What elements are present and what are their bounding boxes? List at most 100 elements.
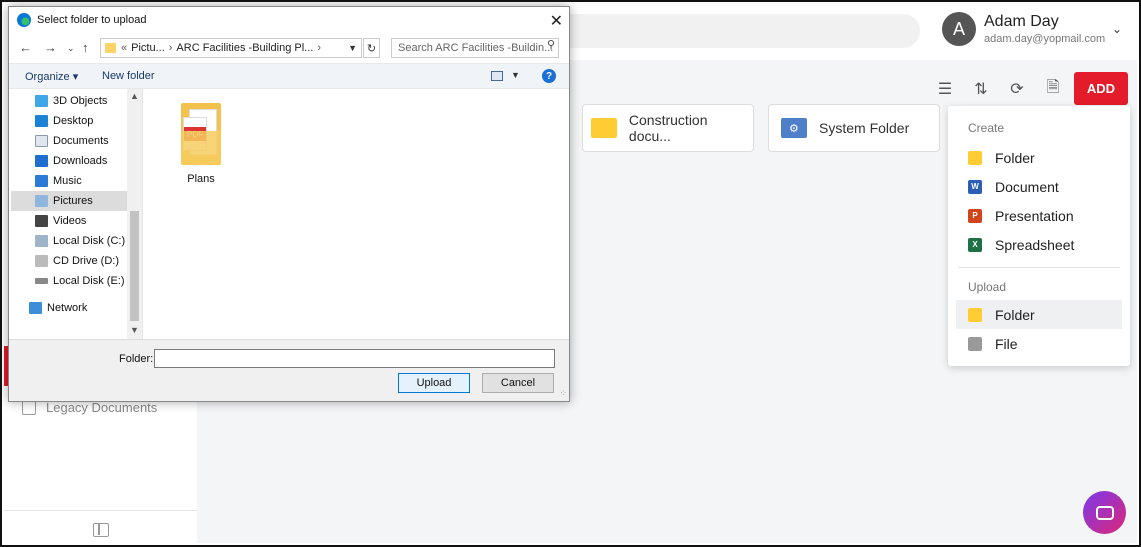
nav-item-pictures[interactable]: Pictures (11, 191, 127, 211)
nav-item-label: Pictures (53, 195, 93, 207)
forward-icon[interactable]: → (44, 40, 57, 55)
music-icon (35, 175, 48, 187)
collapse-sidebar-icon[interactable] (93, 523, 109, 537)
folder-icon (968, 150, 982, 165)
folder-card[interactable]: Construction docu... (582, 104, 754, 152)
chevron-down-icon[interactable]: ▼ (511, 70, 520, 80)
refresh-icon[interactable]: ↻ (363, 38, 380, 58)
up-icon[interactable]: ↑ (82, 40, 89, 55)
folder-name-input[interactable] (154, 349, 555, 368)
scroll-down-icon[interactable]: ▼ (130, 325, 139, 335)
menu-item-create-presentation[interactable]: P Presentation (948, 201, 1130, 230)
menu-item-create-document[interactable]: W Document (948, 172, 1130, 201)
menu-item-label: Spreadsheet (995, 236, 1075, 253)
avatar[interactable]: A (942, 12, 976, 46)
menu-section-header: Create (968, 121, 1005, 135)
nav-item-network[interactable]: Network (29, 298, 87, 318)
select-folder-dialog: Select folder to upload ✕ ← → ⌄ ↑ « Pict… (8, 6, 570, 402)
breadcrumb-segment[interactable]: Pictu... (131, 42, 165, 54)
nav-item-videos[interactable]: Videos (35, 211, 86, 231)
menu-item-create-folder[interactable]: Folder (948, 143, 1130, 172)
menu-section-header: Upload (968, 280, 1007, 294)
command-bar: Organize ▾ New folder ▼ ? (9, 63, 569, 89)
folder-item-plans[interactable]: PDF Plans (171, 101, 231, 185)
user-email: adam.day@yopmail.com (984, 33, 1106, 45)
excel-icon: X (968, 237, 982, 252)
cancel-button[interactable]: Cancel (482, 373, 554, 393)
folder-label: Folder: (119, 353, 154, 365)
menu-item-label: Folder (995, 149, 1035, 166)
back-icon[interactable]: ← (19, 40, 32, 55)
add-button[interactable]: ADD (1074, 72, 1128, 105)
nav-item-local-disk-c[interactable]: Local Disk (C:) (35, 231, 125, 251)
view-toolbar: ☰ ⇅ ⟳ 🗎 (934, 78, 1064, 100)
refresh-icon[interactable]: ⟳ (1006, 78, 1028, 100)
global-search-bar[interactable] (544, 14, 920, 48)
folder-upload-icon (968, 307, 982, 322)
file-list: PDF Plans (143, 89, 569, 339)
new-folder-button[interactable]: New folder (102, 70, 155, 82)
documents-icon (35, 135, 48, 147)
nav-item-downloads[interactable]: Downloads (35, 151, 107, 171)
address-row: ← → ⌄ ↑ « Pictu... › ARC Facilities -Bui… (9, 35, 569, 61)
view-options-icon[interactable] (491, 71, 503, 81)
folder-icon (105, 43, 116, 53)
help-icon[interactable]: ? (542, 69, 556, 83)
nav-item-label: Music (53, 175, 82, 187)
nav-item-label: Downloads (53, 155, 108, 167)
dialog-search-input[interactable]: Search ARC Facilities -Buildin... (391, 38, 559, 58)
nav-item-cd-drive-d[interactable]: CD Drive (D:) (35, 251, 119, 271)
menu-item-upload-folder[interactable]: Folder (956, 300, 1122, 329)
navigation-pane: 3D Objects Desktop Documents Downloads M… (9, 89, 142, 339)
nav-item-local-disk-e[interactable]: Local Disk (E:) (35, 271, 125, 291)
upload-button[interactable]: Upload (398, 373, 470, 393)
recent-locations-icon[interactable]: ⌄ (67, 43, 75, 54)
breadcrumb-overflow[interactable]: « (121, 42, 127, 54)
nav-item-label: Local Disk (C:) (53, 235, 126, 247)
chevron-down-icon[interactable]: ⌄ (1112, 22, 1122, 36)
address-bar[interactable]: « Pictu... › ARC Facilities -Building Pl… (100, 38, 362, 58)
desktop-icon (35, 115, 48, 127)
user-menu[interactable]: A Adam Day adam.day@yopmail.com (942, 12, 1105, 46)
folder-name: System Folder (819, 120, 910, 136)
resize-grip-icon[interactable]: ⁘ (559, 388, 567, 399)
dialog-title: Select folder to upload (37, 14, 147, 26)
add-menu: Create Folder W Document P Presentation … (948, 106, 1130, 366)
breadcrumb-segment[interactable]: ARC Facilities -Building Pl... (176, 42, 313, 54)
organize-button[interactable]: Organize ▾ (25, 70, 78, 83)
pdf-folder-icon: PDF (179, 101, 223, 167)
nav-item-label: CD Drive (D:) (53, 255, 119, 267)
menu-item-label: Folder (995, 306, 1035, 323)
folder-card[interactable]: ⚙ System Folder (768, 104, 940, 152)
dialog-title-bar: Select folder to upload ✕ (9, 7, 569, 33)
scrollbar-thumb[interactable] (130, 211, 139, 321)
folder-front (181, 131, 221, 165)
sort-icon[interactable]: ⇅ (970, 78, 992, 100)
nav-item-3d-objects[interactable]: 3D Objects (35, 91, 107, 111)
menu-item-create-spreadsheet[interactable]: X Spreadsheet (948, 230, 1130, 259)
breadcrumb-separator-icon[interactable]: › (169, 42, 173, 54)
nav-item-documents[interactable]: Documents (35, 131, 109, 151)
chevron-down-icon[interactable]: ▼ (348, 43, 357, 53)
folder-icon (591, 118, 617, 138)
menu-item-upload-file[interactable]: File (948, 329, 1130, 358)
list-view-icon[interactable]: ☰ (934, 78, 956, 100)
nav-item-label: 3D Objects (53, 95, 108, 107)
scroll-up-icon[interactable]: ▲ (130, 91, 139, 101)
edge-browser-icon (17, 13, 31, 27)
dialog-footer: Folder: Upload Cancel ⁘ (9, 339, 569, 401)
export-xls-icon[interactable]: 🗎 (1042, 78, 1064, 100)
nav-item-music[interactable]: Music (35, 171, 82, 191)
breadcrumb-separator-icon[interactable]: › (317, 42, 321, 54)
nav-item-label: Local Disk (E:) (53, 275, 125, 287)
drive-icon (35, 235, 48, 247)
folder-item-label: Plans (187, 173, 215, 185)
chat-button[interactable] (1083, 491, 1126, 534)
close-icon[interactable]: ✕ (550, 11, 563, 31)
menu-item-label: Document (995, 178, 1059, 195)
chat-icon (1095, 505, 1114, 520)
downloads-icon (35, 155, 48, 167)
screen: A Adam Day adam.day@yopmail.com ⌄ Legacy… (0, 0, 1141, 547)
3d-objects-icon (35, 95, 48, 107)
nav-item-desktop[interactable]: Desktop (35, 111, 93, 131)
